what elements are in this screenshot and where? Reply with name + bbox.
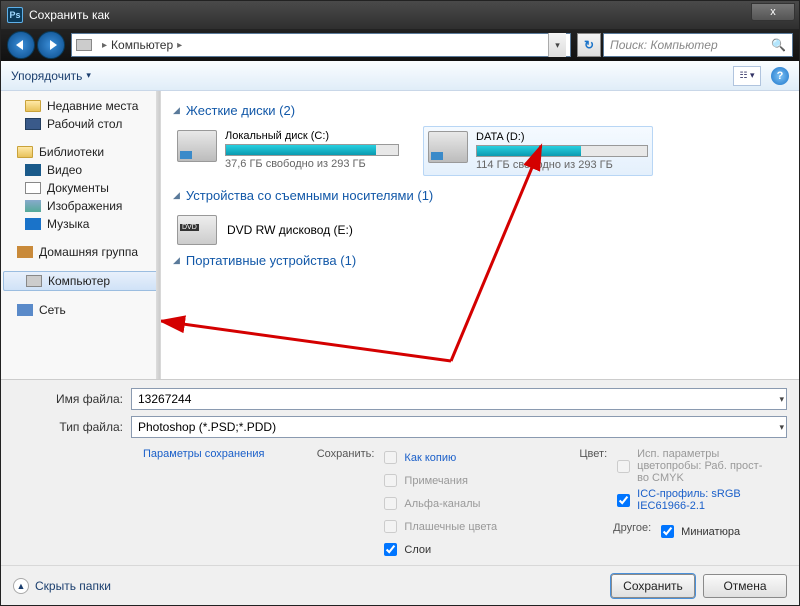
chevron-right-icon: ▸	[102, 40, 107, 51]
sidebar-item-libraries[interactable]: Библиотеки	[1, 143, 160, 161]
dvd-icon	[177, 215, 217, 245]
capacity-bar	[225, 144, 399, 156]
dialog-body: Недавние места Рабочий стол Библиотеки В…	[1, 91, 799, 379]
search-input[interactable]: Поиск: Компьютер 🔍	[603, 33, 793, 57]
section-removable[interactable]: Устройства со съемными носителями (1)	[173, 188, 787, 203]
other-section-label: Другое:	[613, 522, 651, 541]
drive-freespace: 114 ГБ свободно из 293 ГБ	[476, 159, 648, 171]
sidebar-item-recent[interactable]: Недавние места	[1, 97, 160, 115]
video-icon	[25, 164, 41, 176]
save-options-panel: Имя файла: 13267244▾ Тип файла: Photosho…	[1, 379, 799, 565]
forward-button[interactable]	[37, 31, 65, 59]
checkbox-thumbnail[interactable]: Миниатюра	[657, 522, 740, 541]
toolbar: Упорядочить ☷ ▾ ?	[1, 61, 799, 91]
refresh-button[interactable]: ↻	[577, 33, 601, 57]
drive-label: DVD RW дисковод (E:)	[227, 223, 353, 237]
music-icon	[25, 218, 41, 230]
homegroup-icon	[17, 246, 33, 258]
filetype-label: Тип файла:	[13, 420, 123, 434]
network-icon	[17, 304, 33, 316]
checkbox-as-copy[interactable]: Как копию	[380, 448, 497, 467]
view-mode-button[interactable]: ☷ ▾	[733, 66, 761, 86]
sidebar-item-documents[interactable]: Документы	[1, 179, 160, 197]
hide-folders-toggle[interactable]: Скрыть папки	[13, 578, 111, 594]
sidebar-item-desktop[interactable]: Рабочий стол	[1, 115, 160, 133]
save-button[interactable]: Сохранить	[611, 574, 695, 598]
help-button[interactable]: ?	[771, 67, 789, 85]
computer-icon	[76, 39, 92, 51]
navigation-sidebar: Недавние места Рабочий стол Библиотеки В…	[1, 91, 161, 379]
filename-label: Имя файла:	[13, 392, 123, 406]
dialog-footer: Скрыть папки Сохранить Отмена	[1, 565, 799, 605]
drive-label: Локальный диск (C:)	[225, 130, 399, 142]
sidebar-item-videos[interactable]: Видео	[1, 161, 160, 179]
titlebar[interactable]: Ps Сохранить как x	[1, 1, 799, 29]
address-bar[interactable]: ▸ Компьютер ▸ ▾	[71, 33, 571, 57]
section-hard-drives[interactable]: Жесткие диски (2)	[173, 103, 787, 118]
hdd-icon	[428, 131, 468, 163]
color-section-label: Цвет:	[537, 448, 607, 559]
sidebar-item-music[interactable]: Музыка	[1, 215, 160, 233]
breadcrumb[interactable]: Компьютер	[111, 38, 173, 52]
drive-dvd[interactable]: DVD RW дисковод (E:)	[173, 211, 787, 249]
drive-freespace: 37,6 ГБ свободно из 293 ГБ	[225, 158, 399, 170]
back-button[interactable]	[7, 31, 35, 59]
checkbox-notes: Примечания	[380, 471, 497, 490]
dropdown-icon[interactable]: ▾	[779, 394, 784, 405]
nav-bar: ▸ Компьютер ▸ ▾ ↻ Поиск: Компьютер 🔍	[1, 29, 799, 61]
section-portable[interactable]: Портативные устройства (1)	[173, 253, 787, 268]
window-title: Сохранить как	[29, 8, 109, 22]
checkbox-spot: Плашечные цвета	[380, 517, 497, 536]
sidebar-item-network[interactable]: Сеть	[1, 301, 160, 319]
checkbox-icc[interactable]: ICC-профиль: sRGB IEC61966-2.1	[613, 488, 763, 512]
search-placeholder: Поиск: Компьютер	[610, 38, 718, 52]
filetype-select[interactable]: Photoshop (*.PSD;*.PDD)▾	[131, 416, 787, 438]
cancel-button[interactable]: Отмена	[703, 574, 787, 598]
computer-icon	[26, 275, 42, 287]
recent-icon	[25, 100, 41, 112]
capacity-bar	[476, 145, 648, 157]
pictures-icon	[25, 200, 41, 212]
drive-label: DATA (D:)	[476, 131, 648, 143]
save-section-label: Сохранить:	[304, 448, 374, 559]
close-button[interactable]: x	[751, 3, 795, 21]
photoshop-icon: Ps	[7, 7, 23, 23]
save-parameters-link[interactable]: Параметры сохранения	[143, 448, 264, 559]
hdd-icon	[177, 130, 217, 162]
drive-d[interactable]: DATA (D:) 114 ГБ свободно из 293 ГБ	[423, 126, 653, 176]
content-pane: Жесткие диски (2) Локальный диск (C:) 37…	[161, 91, 799, 379]
address-dropdown[interactable]: ▾	[548, 33, 566, 57]
sidebar-item-pictures[interactable]: Изображения	[1, 197, 160, 215]
drive-c[interactable]: Локальный диск (C:) 37,6 ГБ свободно из …	[173, 126, 403, 176]
organize-menu[interactable]: Упорядочить	[11, 69, 91, 83]
save-as-dialog: Ps Сохранить как x ▸ Компьютер ▸ ▾ ↻ Пои…	[0, 0, 800, 606]
checkbox-layers[interactable]: Слои	[380, 540, 497, 559]
chevron-right-icon: ▸	[177, 40, 182, 51]
desktop-icon	[25, 118, 41, 130]
checkbox-proof: Исп. параметры цветопробы: Раб. прост-во…	[613, 448, 763, 484]
sidebar-item-computer[interactable]: Компьютер	[3, 271, 158, 291]
document-icon	[25, 182, 41, 194]
sidebar-item-homegroup[interactable]: Домашняя группа	[1, 243, 160, 261]
dropdown-icon[interactable]: ▾	[779, 422, 784, 433]
search-icon: 🔍	[771, 38, 786, 52]
libraries-icon	[17, 146, 33, 158]
sidebar-splitter[interactable]	[156, 91, 160, 379]
checkbox-alpha: Альфа-каналы	[380, 494, 497, 513]
filename-input[interactable]: 13267244▾	[131, 388, 787, 410]
